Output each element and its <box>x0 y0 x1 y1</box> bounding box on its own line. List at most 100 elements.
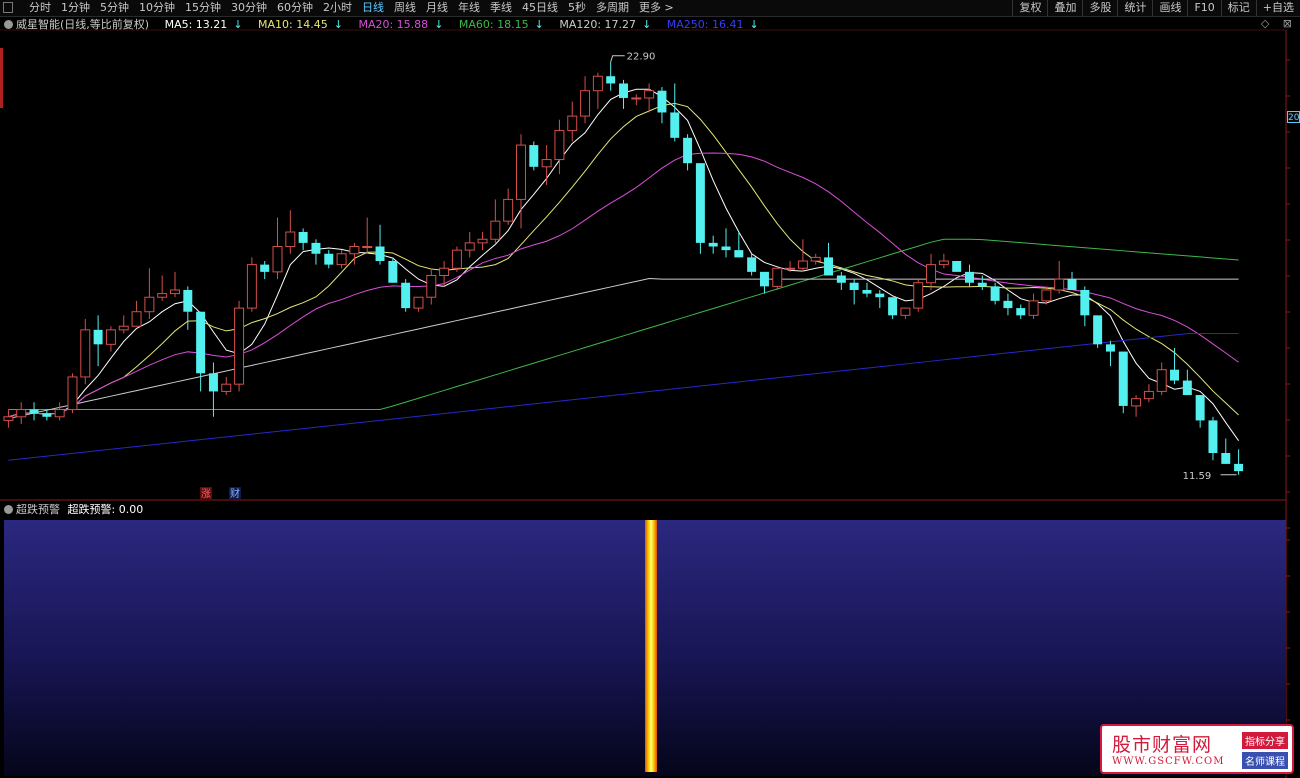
candle-body <box>375 246 385 261</box>
candle-body <box>515 144 526 200</box>
candle-body <box>1182 380 1192 396</box>
candle-body <box>567 115 578 132</box>
candle-body <box>900 307 911 316</box>
candle-body <box>592 75 603 92</box>
candle-body <box>3 416 14 421</box>
candle-body <box>529 145 539 167</box>
candle-body <box>1054 278 1065 291</box>
sub-value: 超跌预警: 0.00 <box>67 503 144 516</box>
candle-body <box>862 289 872 294</box>
candle-body <box>324 253 334 265</box>
candle-body <box>298 232 308 243</box>
candle-body <box>695 163 705 243</box>
candle-body <box>554 130 565 161</box>
candle-body <box>683 137 693 164</box>
candle-body <box>16 409 27 418</box>
candle-body <box>118 325 129 331</box>
candle-body <box>439 267 450 276</box>
candle-body <box>285 231 296 248</box>
candle-body <box>849 282 859 290</box>
candle-body <box>1028 300 1039 316</box>
candle-body <box>1080 289 1090 316</box>
candle-body <box>810 256 821 262</box>
candle-body <box>836 275 846 283</box>
candle-body <box>503 198 514 222</box>
alert-bar <box>645 520 657 772</box>
watermark-tag-share: 指标分享 <box>1242 732 1288 749</box>
kline-chart[interactable]: 22.90 11.59 涨 财 <box>0 0 1300 778</box>
candle-body <box>606 76 616 84</box>
candle-body <box>1221 453 1231 464</box>
watermark-name: 股市财富网 <box>1112 734 1213 756</box>
candle-body <box>144 296 155 313</box>
candle-body <box>657 90 667 113</box>
candle-body <box>747 257 757 272</box>
ma5-line <box>8 88 1240 441</box>
candle-body <box>234 307 245 385</box>
candle-body <box>464 242 475 251</box>
candle-body <box>1003 300 1013 309</box>
candle-body <box>1131 398 1142 407</box>
candle-body <box>451 249 462 269</box>
candle-body <box>1195 395 1205 421</box>
candle-body <box>349 246 360 255</box>
watermark: 股市财富网 WWW.GSCFW.COM 指标分享 名师课程 <box>1100 724 1294 774</box>
ma20-line <box>8 152 1239 418</box>
candle-body <box>93 329 103 345</box>
candle-body <box>1234 463 1244 472</box>
candle-body <box>875 293 885 298</box>
candle-body <box>797 260 808 269</box>
candle-body <box>42 413 52 417</box>
candle-body <box>631 97 642 100</box>
candle-body <box>388 261 398 283</box>
candle-body <box>1170 369 1180 381</box>
candle-body <box>965 271 974 283</box>
candle-body <box>708 242 718 247</box>
candle-body <box>67 376 78 411</box>
candle-body <box>1067 279 1077 290</box>
candle-body <box>619 83 628 98</box>
candle-body <box>580 90 591 117</box>
candle-body <box>401 282 411 309</box>
candle-body <box>413 296 424 309</box>
candle-body <box>208 373 218 392</box>
high-label: 22.90 <box>627 52 656 63</box>
candle-body <box>1208 420 1218 454</box>
candle-body <box>1016 308 1026 316</box>
candle-body <box>1093 315 1103 345</box>
candle-body <box>926 264 937 284</box>
candle-body <box>913 282 924 309</box>
candle-body <box>362 246 373 249</box>
candle-body <box>721 246 731 251</box>
candle-body <box>490 220 501 240</box>
candle-body <box>272 246 283 273</box>
watermark-tag-course: 名师课程 <box>1242 752 1288 769</box>
marker-rise: 涨 <box>201 488 211 500</box>
candle-body <box>759 271 769 287</box>
candle-body <box>105 329 116 345</box>
candle-body <box>426 274 437 298</box>
candle-body <box>541 159 552 168</box>
marker-finance: 财 <box>230 487 240 500</box>
candle-body <box>785 267 796 270</box>
candle-body <box>1118 351 1128 406</box>
candle-body <box>336 253 347 266</box>
axis-price-tag: 20 <box>1287 111 1300 123</box>
candle-body <box>29 409 39 414</box>
candle-body <box>183 289 193 312</box>
candle-body <box>260 264 270 272</box>
candle-body <box>157 293 168 298</box>
high-pointer <box>610 55 625 62</box>
candle-body <box>221 383 232 392</box>
sub-legend: 超跌预警 超跌预警: 0.00 <box>4 502 143 518</box>
candle-body <box>1105 344 1115 352</box>
candle-body <box>170 289 180 295</box>
collapse-icon[interactable] <box>4 505 13 514</box>
candle-body <box>670 112 680 138</box>
candle-body <box>1041 289 1052 302</box>
ma120-line <box>8 278 1239 420</box>
sub-title: 超跌预警 <box>16 503 60 516</box>
candle-body <box>990 286 1000 301</box>
candle-body <box>888 297 898 316</box>
candle-body <box>1143 390 1154 400</box>
